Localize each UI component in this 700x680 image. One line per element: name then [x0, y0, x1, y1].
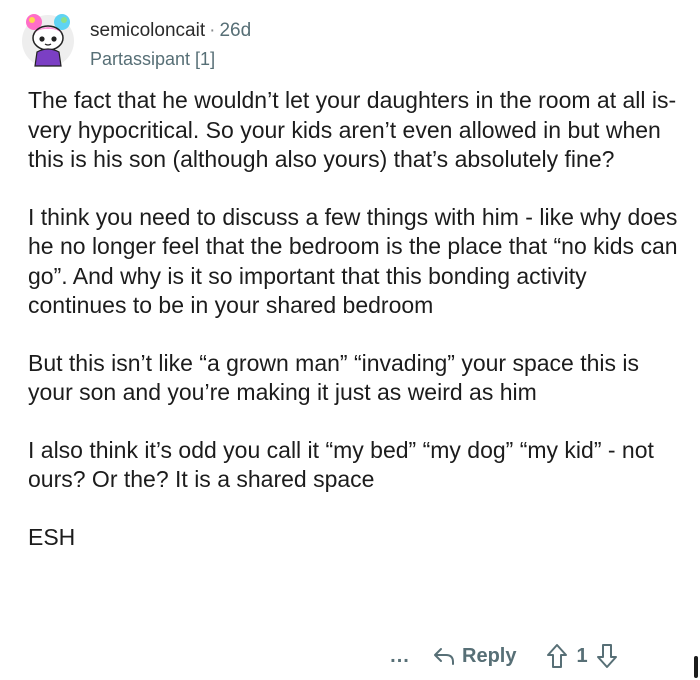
comment-paragraph: The fact that he wouldn’t let your daugh…	[28, 87, 677, 172]
comment-paragraph: ESH	[28, 523, 76, 550]
scrollbar[interactable]	[694, 656, 698, 678]
comment-meta: semicoloncait · 26d Partassipant [1]	[90, 19, 251, 71]
more-options-button[interactable]: ...	[380, 645, 420, 668]
comment-paragraph: I think you need to discuss a few things…	[28, 203, 678, 319]
comment-actions: ... Reply 1	[380, 638, 700, 674]
avatar[interactable]	[20, 10, 76, 72]
reply-arrow-icon	[434, 648, 454, 665]
comment-paragraph: I also think it’s odd you call it “my be…	[28, 436, 654, 493]
user-flair: Partassipant [1]	[90, 49, 216, 69]
author-name[interactable]: semicoloncait	[90, 20, 205, 41]
vote-count: 1	[576, 644, 588, 667]
comment-age: 26d	[219, 20, 252, 41]
upvote-arrow-icon[interactable]	[546, 643, 568, 669]
meta-separator: ·	[209, 20, 216, 41]
comment-body: The fact that he wouldn’t let your daugh…	[28, 86, 688, 580]
reply-label: Reply	[462, 644, 517, 667]
comment-header: semicoloncait · 26d Partassipant [1]	[20, 10, 251, 72]
downvote-arrow-icon[interactable]	[596, 643, 618, 669]
author-line: semicoloncait · 26d	[90, 19, 251, 43]
snoo-avatar-icon	[22, 14, 74, 67]
reply-button[interactable]: Reply	[432, 645, 516, 668]
vote-controls: 1	[546, 643, 617, 669]
comment-paragraph: But this isn’t like “a grown man” “invad…	[28, 349, 640, 406]
